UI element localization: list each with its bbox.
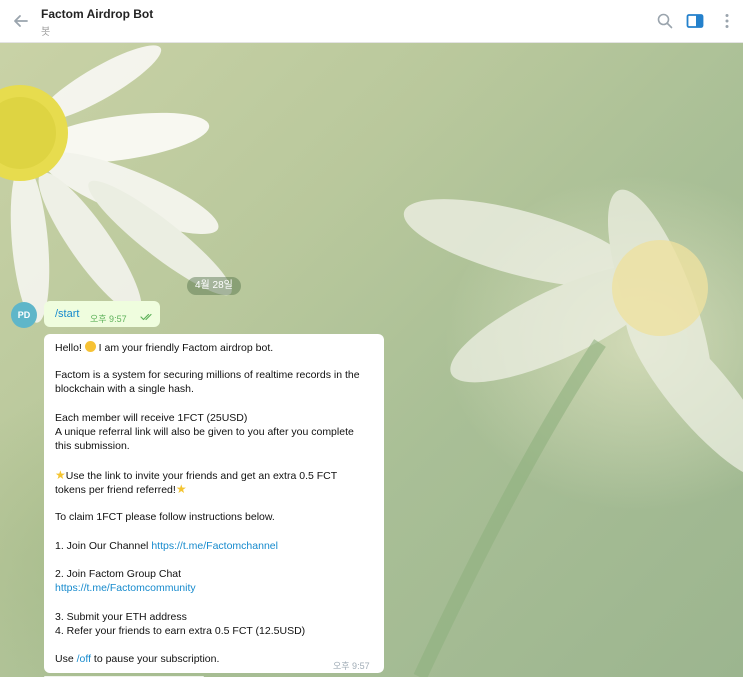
incoming-message[interactable]: Hello! I am your friendly Factom airdrop… bbox=[44, 334, 384, 673]
referral-line: A unique referral link will also be give… bbox=[55, 426, 354, 438]
chat-header: Factom Airdrop Bot 봇 bbox=[0, 0, 743, 43]
greeting-line: Hello! I am your friendly Factom airdrop… bbox=[55, 341, 274, 354]
off-line: Use /off to pause your subscription. bbox=[55, 653, 220, 665]
step-4-line: 4. Refer your friends to earn extra 0.5 … bbox=[55, 625, 306, 637]
avatar[interactable]: PD bbox=[11, 302, 37, 328]
chat-subtitle: 봇 bbox=[41, 27, 51, 38]
sidebar-toggle-icon[interactable] bbox=[685, 11, 705, 31]
arrow-left-icon[interactable] bbox=[10, 10, 32, 32]
date-separator: 4월 28일 bbox=[187, 277, 241, 295]
grinning-face-emoji bbox=[84, 341, 96, 352]
message-time: 오후 9:57 bbox=[90, 314, 127, 324]
double-check-icon bbox=[140, 313, 152, 321]
outgoing-message[interactable]: /start 오후 9:57 bbox=[44, 301, 160, 327]
invite-line: tokens per friend referred!★ bbox=[55, 482, 187, 496]
star-emoji: ★ bbox=[55, 468, 66, 482]
chat-background: 4월 28일 PD /start 오후 9:57 Hello! I am you… bbox=[0, 43, 743, 677]
message-time: 오후 9:57 bbox=[333, 661, 370, 671]
message-text: /start bbox=[55, 308, 80, 320]
star-emoji: ★ bbox=[175, 482, 187, 496]
invite-line: ★Use the link to invite your friends and… bbox=[55, 468, 338, 482]
member-reward-line: Each member will receive 1FCT (25USD) bbox=[55, 412, 248, 424]
step-3-line: 3. Submit your ETH address bbox=[55, 611, 187, 623]
claim-line: To claim 1FCT please follow instructions… bbox=[55, 511, 275, 523]
more-vertical-icon[interactable] bbox=[717, 11, 737, 31]
description-line: blockchain with a single hash. bbox=[55, 383, 194, 395]
community-link[interactable]: https://t.me/Factomcommunity bbox=[55, 582, 196, 594]
search-icon[interactable] bbox=[655, 11, 675, 31]
channel-link[interactable]: https://t.me/Factomchannel bbox=[151, 540, 278, 552]
description-line: Factom is a system for securing millions… bbox=[55, 369, 360, 381]
chat-title[interactable]: Factom Airdrop Bot bbox=[41, 7, 153, 21]
referral-line: this submission. bbox=[55, 440, 130, 452]
step-1-line: 1. Join Our Channel https://t.me/Factomc… bbox=[55, 540, 278, 552]
off-command-link[interactable]: /off bbox=[77, 653, 91, 665]
step-2-line: 2. Join Factom Group Chat bbox=[55, 568, 182, 580]
